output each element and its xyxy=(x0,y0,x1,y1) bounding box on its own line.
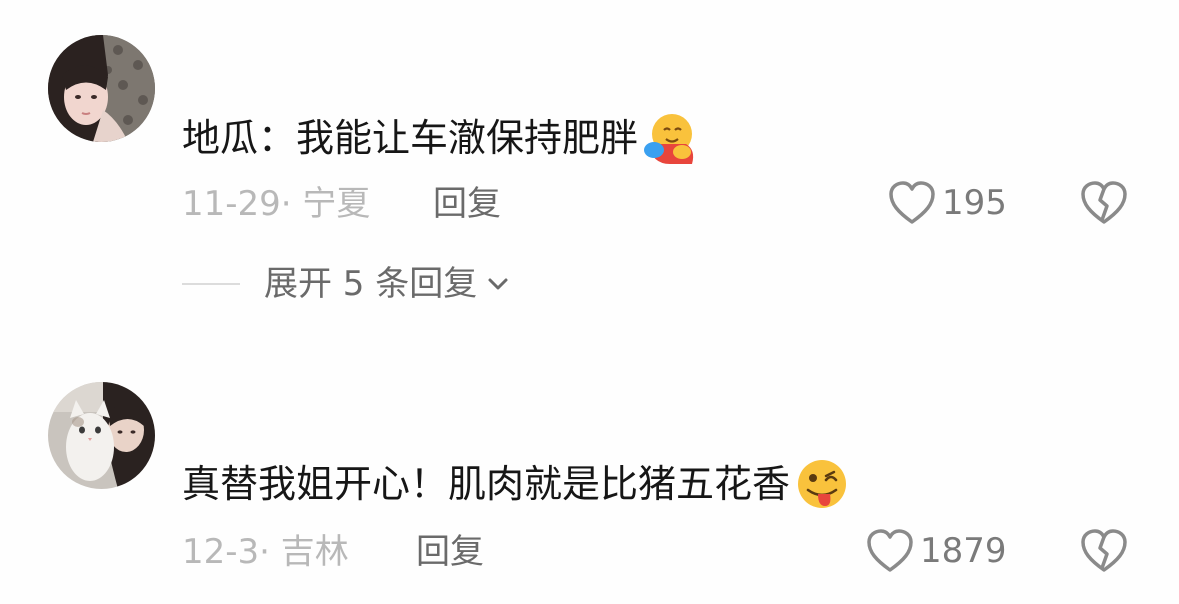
comment-meta: 11-29· 宁夏 xyxy=(182,184,370,224)
comment-date: 12-3 xyxy=(182,532,260,572)
dislike-button[interactable] xyxy=(1080,528,1128,578)
avatar-photo-woman-icon xyxy=(48,35,155,142)
winking-tongue-face-emoji xyxy=(794,456,850,512)
like-button[interactable]: 1879 xyxy=(866,528,1007,574)
chevron-down-icon xyxy=(488,278,508,290)
comment-body: 真替我姐开心！肌肉就是比猪五花香 xyxy=(182,462,791,506)
broken-heart-icon xyxy=(1081,181,1127,224)
comment-location: 吉林 xyxy=(280,532,349,572)
hugging-face-emoji xyxy=(642,110,698,166)
heart-outline-icon xyxy=(867,529,913,572)
comment-meta: 12-3· 吉林 xyxy=(182,532,349,572)
comment-location: 宁夏 xyxy=(302,184,371,224)
expand-divider xyxy=(182,283,240,285)
expand-replies-button[interactable]: 展开 5 条回复 xyxy=(182,262,511,306)
avatar-photo-woman-cat-icon xyxy=(48,382,155,489)
like-count: 1879 xyxy=(920,531,1007,571)
reply-button[interactable]: 回复 xyxy=(416,532,484,572)
like-button[interactable]: 195 xyxy=(888,180,1007,226)
comment-text: 真替我姐开心！肌肉就是比猪五花香 xyxy=(182,456,850,512)
like-count: 195 xyxy=(942,183,1007,223)
reply-button[interactable]: 回复 xyxy=(433,184,501,224)
expand-replies-label: 展开 5 条回复 xyxy=(264,264,478,304)
comment-text: 地瓜：我能让车澈保持肥胖 xyxy=(182,110,698,166)
broken-heart-icon xyxy=(1081,529,1127,572)
comment-body: 地瓜：我能让车澈保持肥胖 xyxy=(182,116,639,160)
user-avatar[interactable] xyxy=(48,382,155,489)
heart-outline-icon xyxy=(889,181,935,224)
meta-separator: · xyxy=(280,184,303,224)
meta-separator: · xyxy=(259,532,281,572)
user-avatar[interactable] xyxy=(48,35,155,142)
dislike-button[interactable] xyxy=(1080,180,1128,230)
comment-date: 11-29 xyxy=(182,184,281,224)
